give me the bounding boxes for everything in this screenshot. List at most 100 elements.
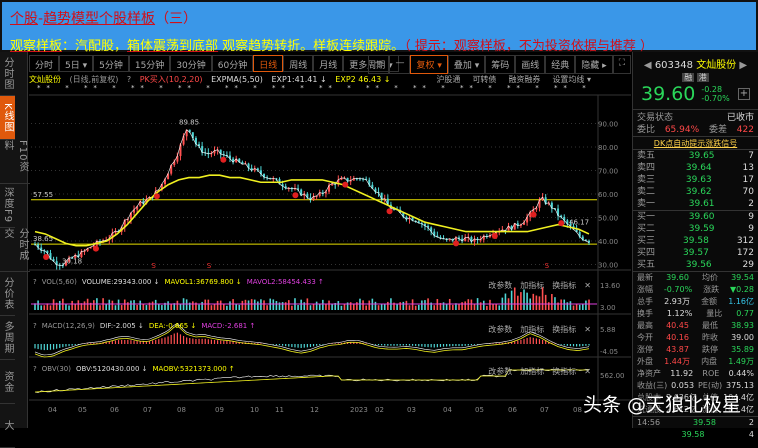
macd-bar	[53, 344, 54, 349]
title-part: （三）	[155, 11, 197, 27]
volume-bar	[161, 305, 163, 310]
close-panel-icon[interactable]: ✕	[584, 281, 591, 290]
macd-bar	[440, 344, 441, 347]
level-label: 买一	[637, 211, 655, 223]
next-stock-icon[interactable]: ▶	[739, 60, 747, 71]
sidebar-tab[interactable]: 分价表	[0, 272, 15, 316]
period-tab[interactable]: 30分钟	[170, 55, 211, 72]
quote-panel: ◀ 603348 文灿股份 ▶ 融 港 39.60 -0.28-0.70% + …	[632, 52, 758, 428]
help-icon[interactable]: ?	[33, 322, 37, 330]
macd-bar	[260, 343, 261, 344]
macd-bar	[366, 343, 367, 344]
macd-bar	[387, 344, 388, 346]
chart-tool-button[interactable]: ⛶	[613, 55, 631, 74]
chart-link[interactable]: 可转债	[472, 75, 496, 84]
signal-link[interactable]: DK点自动提示涨跌信号	[633, 136, 758, 149]
level-label: 买四	[637, 247, 655, 259]
volume-bar	[115, 305, 117, 310]
volume-bar	[155, 300, 157, 310]
close-panel-icon[interactable]: ✕	[584, 367, 591, 376]
panel-tool-button[interactable]: 改参数	[488, 281, 512, 290]
macd-bar	[527, 338, 528, 344]
sidebar-tab[interactable]: 大	[0, 404, 15, 448]
weicha-value: 422	[737, 124, 754, 136]
stat-value: 1.12%	[667, 308, 692, 320]
add-watchlist-button[interactable]: +	[738, 88, 750, 100]
level-price: 39.65	[689, 150, 715, 162]
sidebar-tab[interactable]: F10资料	[0, 140, 30, 184]
chart-link[interactable]: 沪股通	[436, 75, 460, 84]
chart-tool-button[interactable]: 筹码	[485, 55, 515, 74]
volume-bar	[146, 305, 148, 310]
period-tab[interactable]: 5日 ▾	[59, 55, 93, 72]
volume-bar	[517, 296, 519, 310]
panel-tool-button[interactable]: 加指标	[520, 281, 544, 290]
chart-tool-button[interactable]: —	[389, 55, 410, 74]
period-tab[interactable]: 分时	[29, 55, 59, 72]
period-tab[interactable]: 周线	[283, 55, 313, 72]
macd-bar	[72, 344, 73, 346]
volume-bar	[78, 300, 80, 310]
macd-bar	[59, 344, 60, 348]
chart-tool-button[interactable]: 叠加 ▾	[448, 55, 485, 74]
help-icon[interactable]: ?	[33, 278, 37, 286]
title-part: 趋势模型个股样板	[43, 11, 155, 27]
sidebar-tab[interactable]: 分时成交	[0, 228, 30, 272]
macd-bar	[424, 344, 425, 347]
chart-tool-button[interactable]: 经典	[545, 55, 575, 74]
volume-bar	[409, 305, 411, 310]
price-block: 39.60 -0.28-0.70% +	[633, 83, 758, 105]
volume-bar	[563, 300, 565, 310]
panel-tool-button[interactable]: 换指标	[552, 281, 576, 290]
volume-bar	[229, 301, 231, 310]
macd-bar	[533, 338, 534, 344]
period-tab[interactable]: 60分钟	[212, 55, 253, 72]
macd-bar	[310, 344, 311, 347]
macd-bar	[276, 344, 277, 345]
level-price: 39.56	[686, 259, 712, 271]
volume-bar	[325, 304, 327, 310]
period-tab[interactable]: 月线	[313, 55, 343, 72]
volume-bar	[548, 302, 550, 310]
period-tab[interactable]: 5分钟	[93, 55, 129, 72]
sidebar-tab[interactable]: 资金	[0, 360, 15, 404]
vol-axis-bot: 3.00	[600, 304, 616, 312]
chart-tool-button[interactable]: 隐藏 ▸	[575, 55, 612, 74]
level-label: 买三	[637, 235, 655, 247]
stat-row: 最高40.45最低38.93	[633, 320, 758, 332]
chart-link[interactable]: 融资融券	[508, 75, 540, 84]
chart-tool-button[interactable]: 画线	[515, 55, 545, 74]
chart-tool-button[interactable]: 复权 ▾	[410, 55, 447, 74]
panel-tool-button[interactable]: 换指标	[552, 367, 576, 376]
tick-list: 14:5639.58239.584	[633, 416, 758, 441]
level-volume: 9	[748, 211, 754, 223]
volume-bar	[105, 304, 107, 310]
sidebar-tab[interactable]: 分时图	[0, 52, 15, 96]
panel-tool-button[interactable]: 换指标	[552, 325, 576, 334]
macd-bar	[288, 344, 289, 347]
volume-bar	[143, 304, 145, 310]
sidebar-tab[interactable]: 深度F9	[0, 184, 15, 228]
panel-tool-button[interactable]: 改参数	[488, 367, 512, 376]
level-price: 39.63	[686, 174, 712, 186]
panel-tool-button[interactable]: 改参数	[488, 325, 512, 334]
prev-stock-icon[interactable]: ◀	[644, 60, 652, 71]
sidebar-tab[interactable]: K线图	[0, 96, 15, 140]
help-icon[interactable]: ?	[33, 365, 37, 373]
macd-bar	[588, 344, 589, 346]
volume-bar	[71, 301, 73, 310]
help-icon[interactable]: ?	[127, 75, 131, 84]
macd-bar	[301, 344, 302, 348]
volume-bar	[319, 304, 321, 310]
macd-bar	[319, 344, 320, 345]
volume-bar	[235, 304, 237, 310]
chart-tool-button[interactable]: —	[368, 55, 389, 74]
period-tab[interactable]: 15分钟	[129, 55, 170, 72]
close-panel-icon[interactable]: ✕	[584, 325, 591, 334]
order-row: 买三39.58312	[633, 235, 758, 247]
sidebar-tab[interactable]: 多周期	[0, 316, 15, 360]
period-tab[interactable]: 日线	[253, 55, 283, 72]
chart-link[interactable]: 设置均线 ▾	[552, 75, 591, 84]
panel-tool-button[interactable]: 加指标	[520, 325, 544, 334]
panel-tool-button[interactable]: 加指标	[520, 367, 544, 376]
